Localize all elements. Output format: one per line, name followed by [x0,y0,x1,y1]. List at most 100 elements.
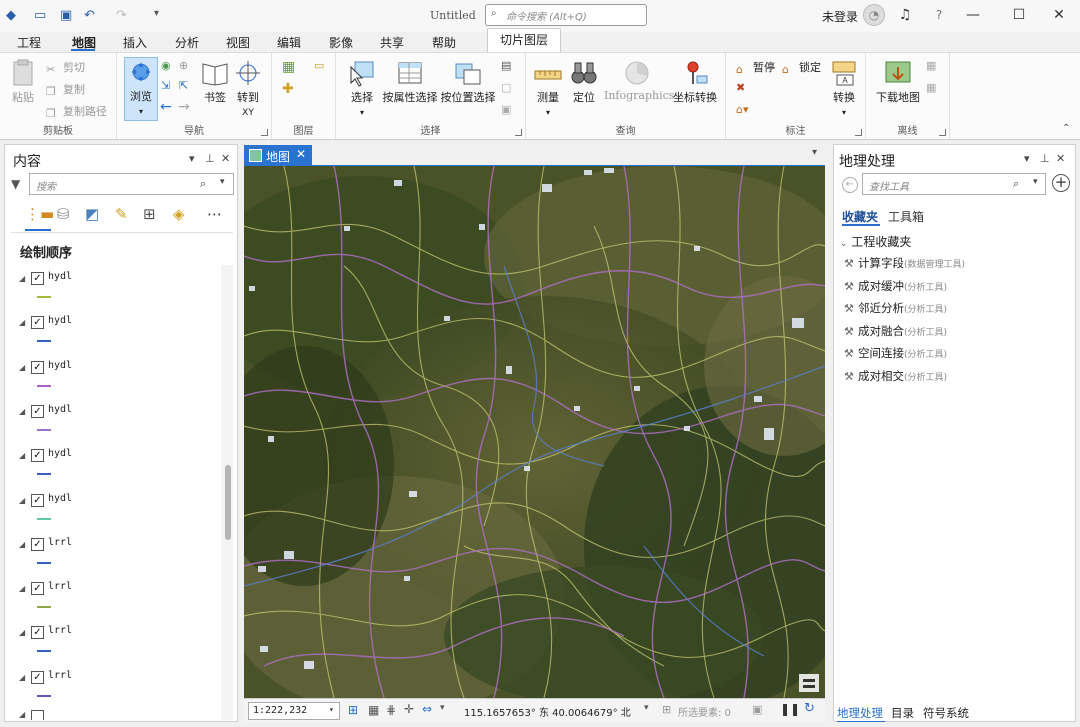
map-view-tab[interactable]: 地图 ✕ [244,145,312,166]
minimize-button[interactable]: — [962,4,984,26]
data-source-icon[interactable]: ⛁ [57,205,70,223]
add-layer-icon[interactable]: ✚ [282,81,294,97]
layer-visibility-checkbox[interactable]: ✓ [31,449,44,463]
snapping-view-icon[interactable]: ⊞ [143,205,156,223]
layer-row[interactable]: ◢ ✓ hydl [19,314,219,358]
layer-row[interactable]: ◢ ✓ lrrl [19,580,219,624]
help-icon[interactable]: ? [928,4,950,26]
basemap-icon[interactable]: ▦ [282,59,295,75]
favorite-tool-item[interactable]: ⚒ 邻近分析(分析工具) [844,300,947,316]
coordinate-format-icon[interactable]: ⋕ [386,703,396,717]
sign-in-status[interactable]: 未登录 [822,8,858,25]
tab-view[interactable]: 视图 [226,34,250,51]
view-unplaced-icon[interactable]: ✖ [736,81,745,94]
expand-triangle-icon[interactable]: ◢ [19,451,25,460]
zoom-to-selection-icon[interactable]: ▣ [501,103,511,116]
close-pane-icon[interactable]: ✕ [1056,152,1065,165]
layer-row[interactable]: ◢ ✓ lrrl [19,669,219,713]
status-more-icon[interactable]: ▾ [440,703,445,713]
layer-row[interactable]: ◢ ✓ hydl [19,270,219,314]
expand-triangle-icon[interactable]: ◢ [19,496,25,505]
open-project-icon[interactable]: ▭ [34,8,46,23]
pin-icon[interactable]: ⊥ [205,152,215,165]
expand-triangle-icon[interactable]: ◢ [19,407,25,416]
editing-view-icon[interactable]: ✎ [115,205,128,223]
more-views-icon[interactable]: ⋯ [207,205,222,223]
labeling-view-icon[interactable]: ◈ [173,205,185,223]
select-by-location-button[interactable]: 按位置选择 [440,59,496,105]
pause-drawing-icon[interactable]: ❚❚ [780,702,800,716]
line-symbol[interactable] [37,561,51,564]
layer-row[interactable]: ◢ ✓ lrrl [19,624,219,668]
layer-visibility-checkbox[interactable]: ✓ [31,316,44,330]
favorite-tool-item[interactable]: ⚒ 成对融合(分析工具) [844,323,947,339]
selection-view-icon[interactable]: ◩ [85,205,99,223]
expand-triangle-icon[interactable]: ◢ [19,628,25,637]
tab-project[interactable]: 工程 [17,34,41,51]
cut-button[interactable]: ✂ 剪切 [46,59,85,76]
maximize-button[interactable]: ☐ [1008,4,1030,26]
layer-visibility-checkbox[interactable]: ✓ [31,670,44,684]
notifications-icon[interactable]: ♫ [894,4,916,26]
layer-visibility-checkbox[interactable]: ✓ [31,360,44,374]
full-extent-icon[interactable]: ◉ [161,59,171,72]
close-pane-icon[interactable]: ✕ [221,152,230,165]
close-window-button[interactable]: ✕ [1048,4,1070,26]
remove-offline-icon[interactable]: ▦ [926,81,936,94]
line-symbol[interactable] [37,606,51,609]
offline-launcher-icon[interactable] [939,129,946,136]
tab-symbology[interactable]: 符号系统 [923,705,969,721]
favorite-tool-item[interactable]: ⚒ 空间连接(分析工具) [844,345,947,361]
drawing-order-icon[interactable]: ⋮▬ [25,205,54,223]
pin-icon[interactable]: ⊥ [1040,152,1050,165]
redo-icon[interactable]: ↷ [116,8,127,23]
copy-path-button[interactable]: ❐ 复制路径 [46,103,107,120]
line-symbol[interactable] [37,650,51,653]
tab-toolboxes[interactable]: 工具箱 [888,208,924,225]
coordinate-dropdown-icon[interactable]: ▾ [644,703,649,713]
zoom-out-fixed-icon[interactable]: ⇱ [179,79,188,92]
navigate-launcher-icon[interactable] [261,129,268,136]
locate-button[interactable]: 定位 [568,59,600,105]
map-canvas[interactable] [244,166,825,698]
layer-visibility-checkbox[interactable]: ✓ [31,582,44,596]
scale-tool-icon[interactable]: ⊞ [348,703,358,717]
layer-visibility-checkbox[interactable]: ✓ [31,272,44,285]
tabs-overflow-icon[interactable]: ▾ [812,147,817,158]
layer-visibility-checkbox[interactable]: ✓ [31,404,44,418]
layer-row[interactable]: ◢ ✓ hydl [19,492,219,536]
close-tab-icon[interactable]: ✕ [296,147,306,161]
map-overlay-icon[interactable] [799,674,819,692]
line-symbol[interactable] [37,296,51,298]
clear-selection-icon[interactable]: ▢ [501,81,511,94]
expand-triangle-icon[interactable]: ◢ [19,584,25,593]
expand-triangle-icon[interactable]: ◢ [19,274,25,283]
command-search-input[interactable]: ⌕ 命令搜索 (Alt+Q) [485,4,647,26]
selection-launcher-icon[interactable] [515,129,522,136]
select-button[interactable]: 选择 ▾ [346,59,378,118]
snapping-icon[interactable]: ✛ [404,702,414,716]
customize-toolbar-icon[interactable]: ▾ [154,8,159,19]
expand-triangle-icon[interactable]: ◢ [19,318,25,327]
attributes-icon[interactable]: ▤ [501,59,511,72]
project-favorites-group[interactable]: ⌄ 工程收藏夹 [840,233,911,250]
scale-dropdown-icon[interactable]: ▾ [329,705,334,714]
tab-insert[interactable]: 插入 [123,34,147,51]
add-data-icon[interactable]: ▭ [314,59,324,72]
more-labeling-icon[interactable]: ⌂▾ [736,103,749,116]
rotation-icon[interactable]: ⇔ [422,702,432,716]
pause-labels-button[interactable]: ⌂ 暂停 [736,59,775,76]
line-symbol[interactable] [37,473,51,476]
bookmarks-button[interactable]: 书签 [199,59,231,105]
goto-xy-button[interactable]: 转到 XY [233,59,263,118]
copy-button[interactable]: ❐ 复制 [46,81,85,98]
layer-visibility-checkbox[interactable]: ✓ [31,626,44,640]
zoom-in-fixed-icon[interactable]: ⇲ [161,79,170,92]
scale-selector[interactable]: 1:222,232 ▾ [248,702,340,720]
layer-visibility-checkbox[interactable]: ✓ [31,493,44,507]
layer-row[interactable]: ◢ ✓ hydl [19,447,219,491]
layer-row[interactable]: ◢ ✓ hydl [19,403,219,447]
line-symbol[interactable] [37,340,51,343]
refresh-icon-disabled[interactable]: ▣ [752,703,762,716]
coordinate-conversion-button[interactable]: 坐标转换 [672,59,718,105]
